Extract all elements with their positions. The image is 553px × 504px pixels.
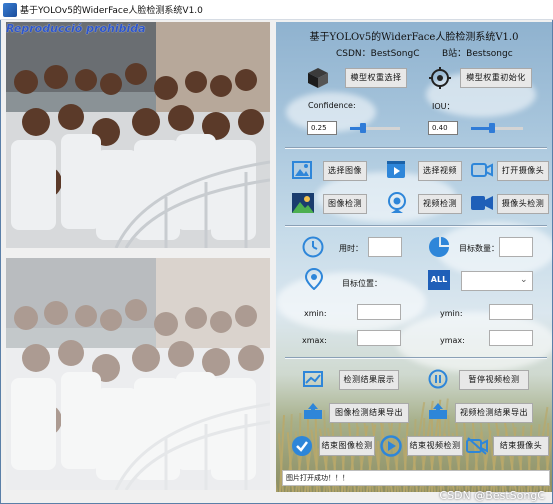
check-icon [292, 436, 312, 456]
app-icon [3, 3, 17, 17]
separator-1 [285, 147, 547, 149]
iou-slider-handle[interactable] [489, 123, 495, 133]
separator-2 [285, 225, 547, 227]
end-image-detection-button[interactable]: 结束图像检测 [319, 436, 375, 456]
xmin-output [357, 304, 401, 320]
crowd-photo [6, 22, 270, 248]
chart-icon [303, 371, 323, 387]
video-camera-icon [471, 196, 493, 210]
confidence-label: Confidence: [308, 101, 356, 110]
export-icon [429, 403, 447, 419]
xmax-label: xmax: [302, 336, 327, 345]
iou-spinbox[interactable]: 0.40 [428, 121, 458, 135]
ymax-output [489, 330, 533, 346]
camera-icon [471, 163, 493, 177]
time-output [368, 237, 402, 257]
landscape-icon [292, 193, 314, 213]
image-watermark: Reproducció prohibida [6, 22, 146, 35]
clock-icon [302, 236, 324, 258]
target-count-label: 目标数量： [459, 244, 499, 253]
cube-icon [308, 68, 328, 88]
chevron-down-icon: ⌄ [520, 275, 528, 285]
webcam-icon [388, 192, 406, 213]
ymin-label: ymin: [440, 309, 463, 318]
select-video-button[interactable]: 选择视频 [418, 161, 462, 181]
detect-image-button[interactable]: 图像检测 [323, 194, 367, 214]
open-camera-button[interactable]: 打开摄像头 [497, 161, 549, 181]
csdn-label: CSDN：BestSongC [336, 49, 420, 59]
status-message: 图片打开成功！！！ [282, 470, 550, 486]
video-play-icon [387, 161, 405, 178]
image-icon [292, 161, 312, 179]
ymax-label: ymax: [440, 336, 465, 345]
confidence-slider-handle[interactable] [360, 123, 366, 133]
title-bar: 基于YOLOv5的WiderFace人脸检测系统V1.0 [0, 0, 553, 20]
export-image-results-button[interactable]: 图像检测结果导出 [329, 403, 409, 423]
export-video-results-button[interactable]: 视频检测结果导出 [455, 403, 533, 423]
csdn-watermark: CSDN @BestSongC [439, 489, 545, 502]
close-camera-button[interactable]: 结束摄像头 [493, 436, 549, 456]
target-count-output [499, 237, 533, 257]
ymin-output [489, 304, 533, 320]
app-heading: 基于YOLOv5的WiderFace人脸检测系统V1.0 [309, 32, 519, 43]
time-label: 用时： [339, 244, 363, 253]
window-title: 基于YOLOv5的WiderFace人脸检测系统V1.0 [20, 6, 203, 16]
result-image-view [6, 258, 270, 490]
camera-off-icon [466, 437, 488, 455]
end-video-detection-button[interactable]: 结束视频检测 [407, 436, 463, 456]
pause-icon [428, 369, 448, 389]
detect-camera-button[interactable]: 摄像头检测 [497, 194, 549, 214]
target-settings-icon [429, 67, 451, 89]
select-image-button[interactable]: 选择图像 [323, 161, 367, 181]
pause-video-button[interactable]: 暂停视频检测 [459, 370, 529, 390]
show-results-button[interactable]: 检测结果展示 [339, 370, 399, 390]
init-weights-button[interactable]: 模型权重初始化 [460, 68, 532, 88]
location-pin-icon [305, 268, 323, 290]
stop-icon [380, 435, 402, 457]
pie-chart-icon [429, 237, 449, 257]
xmax-output [357, 330, 401, 346]
bilibili-label: B站：Bestsongc [442, 49, 513, 59]
grass-blade [276, 452, 278, 492]
export-icon [304, 403, 322, 419]
iou-label: IOU： [432, 102, 455, 111]
target-position-label: 目标位置： [342, 279, 382, 288]
confidence-spinbox[interactable]: 0.25 [307, 121, 337, 135]
xmin-label: xmin: [304, 309, 327, 318]
chart-icon: ALL [428, 270, 450, 290]
detect-video-button[interactable]: 视频检测 [418, 194, 462, 214]
original-image-view: Reproducció prohibida [6, 22, 270, 248]
result-overlay [6, 258, 270, 490]
select-weights-button[interactable]: 模型权重选择 [345, 68, 407, 88]
separator-3 [285, 357, 547, 359]
